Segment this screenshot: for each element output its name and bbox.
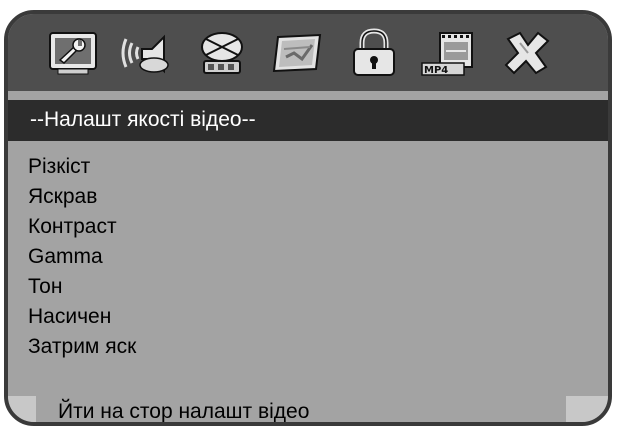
setup-category-toolbar: MP4 — [8, 14, 608, 91]
speaker-setup-icon[interactable] — [194, 27, 250, 79]
footer-hint: Йти на стор налашт відео — [58, 400, 310, 423]
video-quality-menu: Різкіст Яскрав Контраст Gamma Тон Насиче… — [28, 152, 136, 362]
menu-item-gamma[interactable]: Gamma — [28, 242, 136, 272]
menu-item-hue[interactable]: Тон — [28, 272, 136, 302]
general-setup-icon[interactable] — [46, 27, 102, 79]
menu-item-contrast[interactable]: Контраст — [28, 212, 136, 242]
svg-text:MP4: MP4 — [424, 65, 448, 76]
menu-item-saturation[interactable]: Насичен — [28, 302, 136, 332]
menu-item-brightness[interactable]: Яскрав — [28, 182, 136, 212]
video-quality-setup-panel: MP4 --Налашт якості відео-- Різкіст Яскр… — [4, 10, 612, 426]
page-title: --Налашт якості відео-- — [30, 108, 256, 131]
audio-setup-icon[interactable] — [118, 27, 174, 79]
password-lock-icon[interactable] — [346, 27, 402, 79]
mp4-setup-icon[interactable]: MP4 — [420, 27, 476, 79]
section-title-bar: --Налашт якості відео-- — [8, 100, 608, 141]
menu-item-luma-delay[interactable]: Затрим яск — [28, 332, 136, 362]
menu-item-sharpness[interactable]: Різкіст — [28, 152, 136, 182]
exit-icon[interactable] — [498, 27, 554, 79]
video-setup-icon[interactable] — [270, 27, 326, 79]
footer-hint-box: Йти на стор налашт відео — [36, 396, 566, 423]
footer-bar: Йти на стор налашт відео — [8, 396, 608, 423]
